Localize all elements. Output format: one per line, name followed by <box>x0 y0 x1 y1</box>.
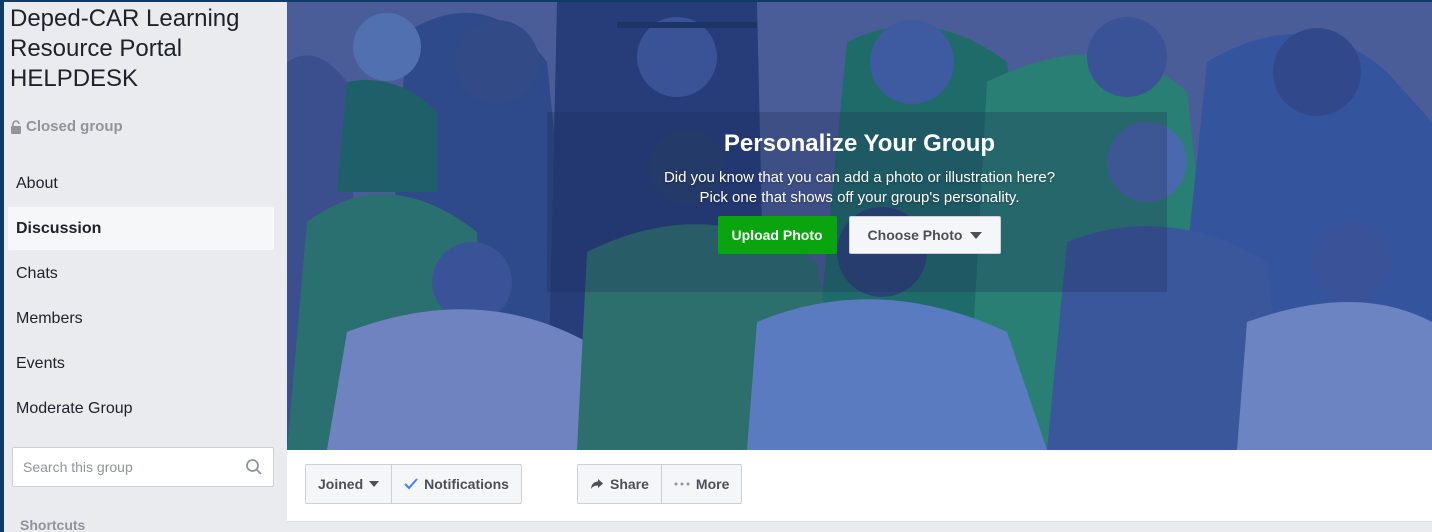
nav-item-events[interactable]: Events <box>8 342 274 385</box>
share-arrow-icon <box>591 479 603 489</box>
choose-photo-label: Choose Photo <box>867 227 963 243</box>
membership-buttons: Joined Notifications <box>305 464 522 504</box>
more-button[interactable]: More <box>660 465 741 503</box>
nav-item-members[interactable]: Members <box>8 297 274 340</box>
shortcuts-heading: Shortcuts <box>20 517 86 532</box>
joined-button[interactable]: Joined <box>306 465 391 503</box>
group-action-bar: Joined Notifications Share More <box>287 450 1432 522</box>
ellipsis-icon <box>674 482 690 486</box>
group-title[interactable]: Deped-CAR Learning Resource Portal HELPD… <box>10 4 270 94</box>
choose-photo-button[interactable]: Choose Photo <box>848 216 1002 254</box>
upload-photo-button[interactable]: Upload Photo <box>717 216 837 254</box>
group-search <box>12 447 274 487</box>
nav-item-discussion[interactable]: Discussion <box>8 207 274 250</box>
more-label: More <box>695 476 730 492</box>
personalize-description-line2: Pick one that shows off your group's per… <box>699 189 1020 206</box>
group-privacy: Closed group <box>10 118 123 135</box>
personalize-description-line1: Did you know that you can add a photo or… <box>663 169 1056 186</box>
lock-icon <box>11 119 21 134</box>
nav-item-moderate-group[interactable]: Moderate Group <box>8 387 274 430</box>
joined-label: Joined <box>318 476 364 492</box>
cover-photo-area: Personalize Your Group Did you know that… <box>287 2 1432 450</box>
cover-buttons: Upload Photo Choose Photo <box>287 216 1432 254</box>
search-input[interactable] <box>23 459 245 475</box>
share-more-buttons: Share More <box>577 464 743 504</box>
group-nav: About Discussion Chats Members Events Mo… <box>8 162 274 432</box>
personalize-heading: Personalize Your Group <box>723 130 996 157</box>
chevron-down-icon <box>369 481 380 487</box>
notifications-button[interactable]: Notifications <box>391 465 521 503</box>
sidebar: Deped-CAR Learning Resource Portal HELPD… <box>4 2 276 532</box>
share-label: Share <box>610 476 649 492</box>
checkmark-icon <box>404 478 418 490</box>
share-button[interactable]: Share <box>578 465 661 503</box>
chevron-down-icon <box>970 231 983 239</box>
nav-item-chats[interactable]: Chats <box>8 252 274 295</box>
group-privacy-label: Closed group <box>26 118 123 135</box>
nav-item-about[interactable]: About <box>8 162 274 205</box>
personalize-prompt: Personalize Your Group Did you know that… <box>287 120 1432 254</box>
notifications-label: Notifications <box>424 476 509 492</box>
search-icon[interactable] <box>245 458 263 476</box>
